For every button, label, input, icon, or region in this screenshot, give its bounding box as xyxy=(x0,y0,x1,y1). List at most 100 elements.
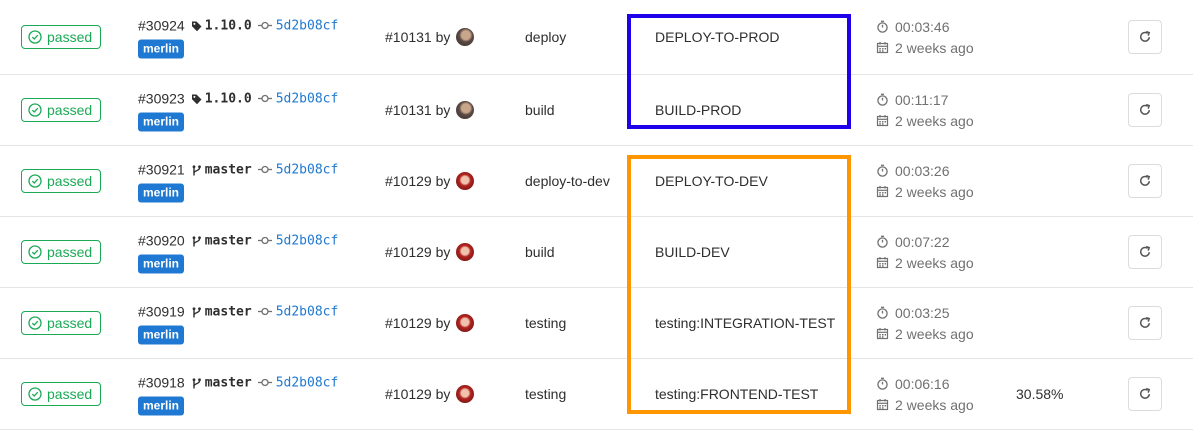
commit-sha-link[interactable]: 5d2b08cf xyxy=(276,233,339,248)
job-info: #30921 master 5d2b08cf merlin xyxy=(138,160,338,203)
pipeline-link[interactable]: #10129 by xyxy=(385,386,450,402)
pipeline-info: #10129 by xyxy=(385,172,475,190)
ref-link[interactable]: master xyxy=(205,162,252,177)
pipeline-info: #10131 by xyxy=(385,101,475,119)
commit-icon xyxy=(257,21,272,30)
job-row: passed #30919 master 5d2b08cf merlin #10… xyxy=(0,288,1193,359)
retry-button[interactable] xyxy=(1128,306,1162,340)
commit-sha-link[interactable]: 5d2b08cf xyxy=(276,375,339,390)
job-timing: 00:03:26 2 weeks ago xyxy=(876,160,974,202)
branch-icon xyxy=(191,306,202,318)
check-circle-icon xyxy=(28,174,42,188)
commit-icon xyxy=(257,94,272,103)
retry-icon xyxy=(1139,245,1151,257)
stage-name: deploy xyxy=(525,29,567,45)
job-timing: 00:06:16 2 weeks ago xyxy=(876,373,974,415)
status-label: passed xyxy=(47,386,93,402)
retry-button[interactable] xyxy=(1128,20,1162,54)
job-info: #30919 master 5d2b08cf merlin xyxy=(138,302,338,345)
pipeline-link[interactable]: #10129 by xyxy=(385,315,450,331)
retry-button[interactable] xyxy=(1128,93,1162,127)
pipeline-link[interactable]: #10129 by xyxy=(385,173,450,189)
retry-icon xyxy=(1139,103,1151,115)
job-name: testing:INTEGRATION-TEST xyxy=(655,315,836,331)
tag-icon xyxy=(191,20,202,32)
status-badge[interactable]: passed xyxy=(21,25,102,49)
avatar[interactable] xyxy=(456,243,475,261)
status-badge[interactable]: passed xyxy=(21,240,102,264)
commit-sha-link[interactable]: 5d2b08cf xyxy=(276,18,339,33)
retry-button[interactable] xyxy=(1128,164,1162,198)
ref-link[interactable]: 1.10.0 xyxy=(205,18,252,33)
finished-time: 2 weeks ago xyxy=(895,396,974,413)
retry-icon xyxy=(1139,387,1151,399)
status-badge[interactable]: passed xyxy=(21,98,102,122)
status-badge[interactable]: passed xyxy=(21,311,102,335)
job-name: DEPLOY-TO-DEV xyxy=(655,173,768,189)
timer-icon xyxy=(877,164,888,177)
job-id-link[interactable]: #30918 xyxy=(138,375,185,391)
retry-button[interactable] xyxy=(1128,235,1162,269)
job-id-link[interactable]: #30924 xyxy=(138,18,185,34)
job-name: BUILD-PROD xyxy=(655,102,742,118)
runner-tag-badge: merlin xyxy=(138,396,185,416)
runner-tag-badge: merlin xyxy=(138,254,185,274)
job-info: #30918 master 5d2b08cf merlin xyxy=(138,373,338,416)
avatar[interactable] xyxy=(456,172,475,190)
pipeline-link[interactable]: #10131 by xyxy=(385,102,450,118)
pipeline-info: #10129 by xyxy=(385,243,475,261)
check-circle-icon xyxy=(28,103,42,117)
duration: 00:03:25 xyxy=(895,304,950,321)
avatar[interactable] xyxy=(456,28,475,46)
check-circle-icon xyxy=(28,30,42,44)
job-id-link[interactable]: #30919 xyxy=(138,304,185,320)
ref-link[interactable]: master xyxy=(205,375,252,390)
job-id-link[interactable]: #30921 xyxy=(138,162,185,178)
calendar-icon xyxy=(876,115,889,127)
branch-icon xyxy=(191,164,202,176)
stage-name: testing xyxy=(525,386,567,402)
finished-time: 2 weeks ago xyxy=(895,183,974,200)
timer-icon xyxy=(877,235,888,248)
finished-time: 2 weeks ago xyxy=(895,254,974,271)
duration: 00:06:16 xyxy=(895,375,950,392)
job-id-link[interactable]: #30923 xyxy=(138,91,185,107)
pipeline-link[interactable]: #10131 by xyxy=(385,29,450,45)
pipeline-info: #10131 by xyxy=(385,28,475,46)
status-badge[interactable]: passed xyxy=(21,382,102,406)
job-name: BUILD-DEV xyxy=(655,244,730,260)
branch-icon xyxy=(191,377,202,389)
ref-link[interactable]: master xyxy=(205,233,252,248)
avatar[interactable] xyxy=(456,101,475,119)
pipeline-link[interactable]: #10129 by xyxy=(385,244,450,260)
duration: 00:07:22 xyxy=(895,233,950,250)
ref-link[interactable]: 1.10.0 xyxy=(205,91,252,106)
pipeline-info: #10129 by xyxy=(385,314,475,332)
finished-time: 2 weeks ago xyxy=(895,325,974,342)
status-badge[interactable]: passed xyxy=(21,169,102,193)
job-info: #30924 1.10.0 5d2b08cf merlin xyxy=(138,16,338,59)
check-circle-icon xyxy=(28,387,42,401)
avatar[interactable] xyxy=(456,314,475,332)
calendar-icon xyxy=(876,186,889,198)
commit-sha-link[interactable]: 5d2b08cf xyxy=(276,91,339,106)
calendar-icon xyxy=(876,257,889,269)
stage-name: build xyxy=(525,102,555,118)
commit-sha-link[interactable]: 5d2b08cf xyxy=(276,162,339,177)
job-timing: 00:03:46 2 weeks ago xyxy=(876,16,974,58)
calendar-icon xyxy=(876,399,889,411)
ref-link[interactable]: master xyxy=(205,304,252,319)
job-id-link[interactable]: #30920 xyxy=(138,233,185,249)
avatar[interactable] xyxy=(456,385,475,403)
duration: 00:03:26 xyxy=(895,162,950,179)
runner-tag-badge: merlin xyxy=(138,325,185,345)
commit-sha-link[interactable]: 5d2b08cf xyxy=(276,304,339,319)
retry-button[interactable] xyxy=(1128,377,1162,411)
coverage: 30.58% xyxy=(1016,386,1064,402)
duration: 00:11:17 xyxy=(895,91,949,108)
job-row: passed #30921 master 5d2b08cf merlin #10… xyxy=(0,146,1193,217)
status-label: passed xyxy=(47,244,93,260)
commit-icon xyxy=(257,165,272,174)
timer-icon xyxy=(877,377,888,390)
job-row: passed #30924 1.10.0 5d2b08cf merlin #10… xyxy=(0,0,1193,75)
